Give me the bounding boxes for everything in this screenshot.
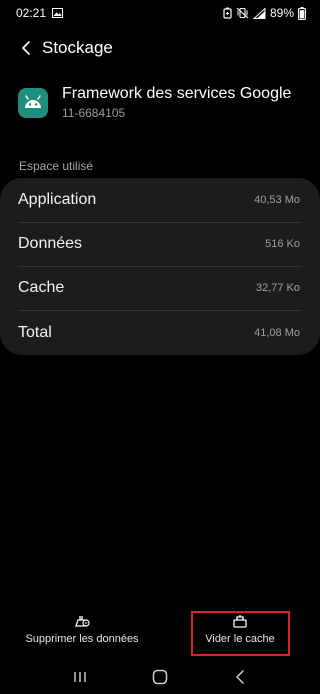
storage-row-value: 41,08 Mo (254, 327, 300, 339)
storage-row-label: Cache (18, 279, 65, 296)
storage-row-label: Application (18, 191, 97, 208)
home-icon (152, 669, 168, 685)
storage-row-value: 32,77 Ko (255, 282, 300, 294)
vibrate-mute-icon (236, 7, 249, 19)
recents-button[interactable] (60, 662, 100, 692)
app-info: Framework des services Google 11-6684105 (18, 84, 291, 120)
storage-row-cache: Cache 32,77 Ko (18, 266, 302, 310)
storage-row-value: 516 Ko (265, 238, 300, 250)
status-time: 02:21 (16, 6, 47, 20)
status-left: 02:21 (16, 6, 64, 20)
chevron-left-icon (22, 41, 30, 55)
clear-data-label: Supprimer les données (25, 632, 139, 645)
status-right: 89% (223, 6, 306, 20)
section-label: Espace utilisé (19, 159, 94, 173)
image-icon (52, 8, 64, 18)
storage-row-label: Données (18, 235, 83, 252)
back-nav-icon (236, 670, 244, 684)
storage-row-value: 40,53 Mo (254, 194, 300, 206)
app-version: 11-6684105 (62, 106, 126, 120)
storage-row-application: Application 40,53 Mo (18, 178, 302, 222)
app-bar: Stockage (0, 30, 320, 66)
highlight-box (191, 611, 290, 656)
storage-row-total: Total 41,08 Mo (18, 311, 302, 355)
battery-icon (298, 6, 306, 20)
home-button[interactable] (140, 662, 180, 692)
page-title: Stockage (42, 38, 113, 57)
recents-icon (74, 672, 86, 682)
back-nav-button[interactable] (220, 662, 260, 692)
storage-row-label: Total (18, 324, 52, 341)
back-button[interactable] (6, 30, 46, 66)
app-name: Framework des services Google (62, 85, 292, 102)
status-bar: 02:21 89% (0, 0, 320, 26)
storage-card: Application 40,53 Mo Données 516 Ko Cach… (0, 178, 320, 355)
clear-data-button[interactable]: Supprimer les données (22, 604, 142, 654)
battery-saver-icon (223, 7, 232, 19)
android-icon (18, 88, 48, 118)
signal-icon (252, 7, 266, 19)
clear-data-icon (75, 615, 90, 627)
storage-row-data: Données 516 Ko (18, 222, 302, 266)
navigation-bar (0, 660, 320, 694)
battery-percent: 89% (269, 6, 294, 20)
